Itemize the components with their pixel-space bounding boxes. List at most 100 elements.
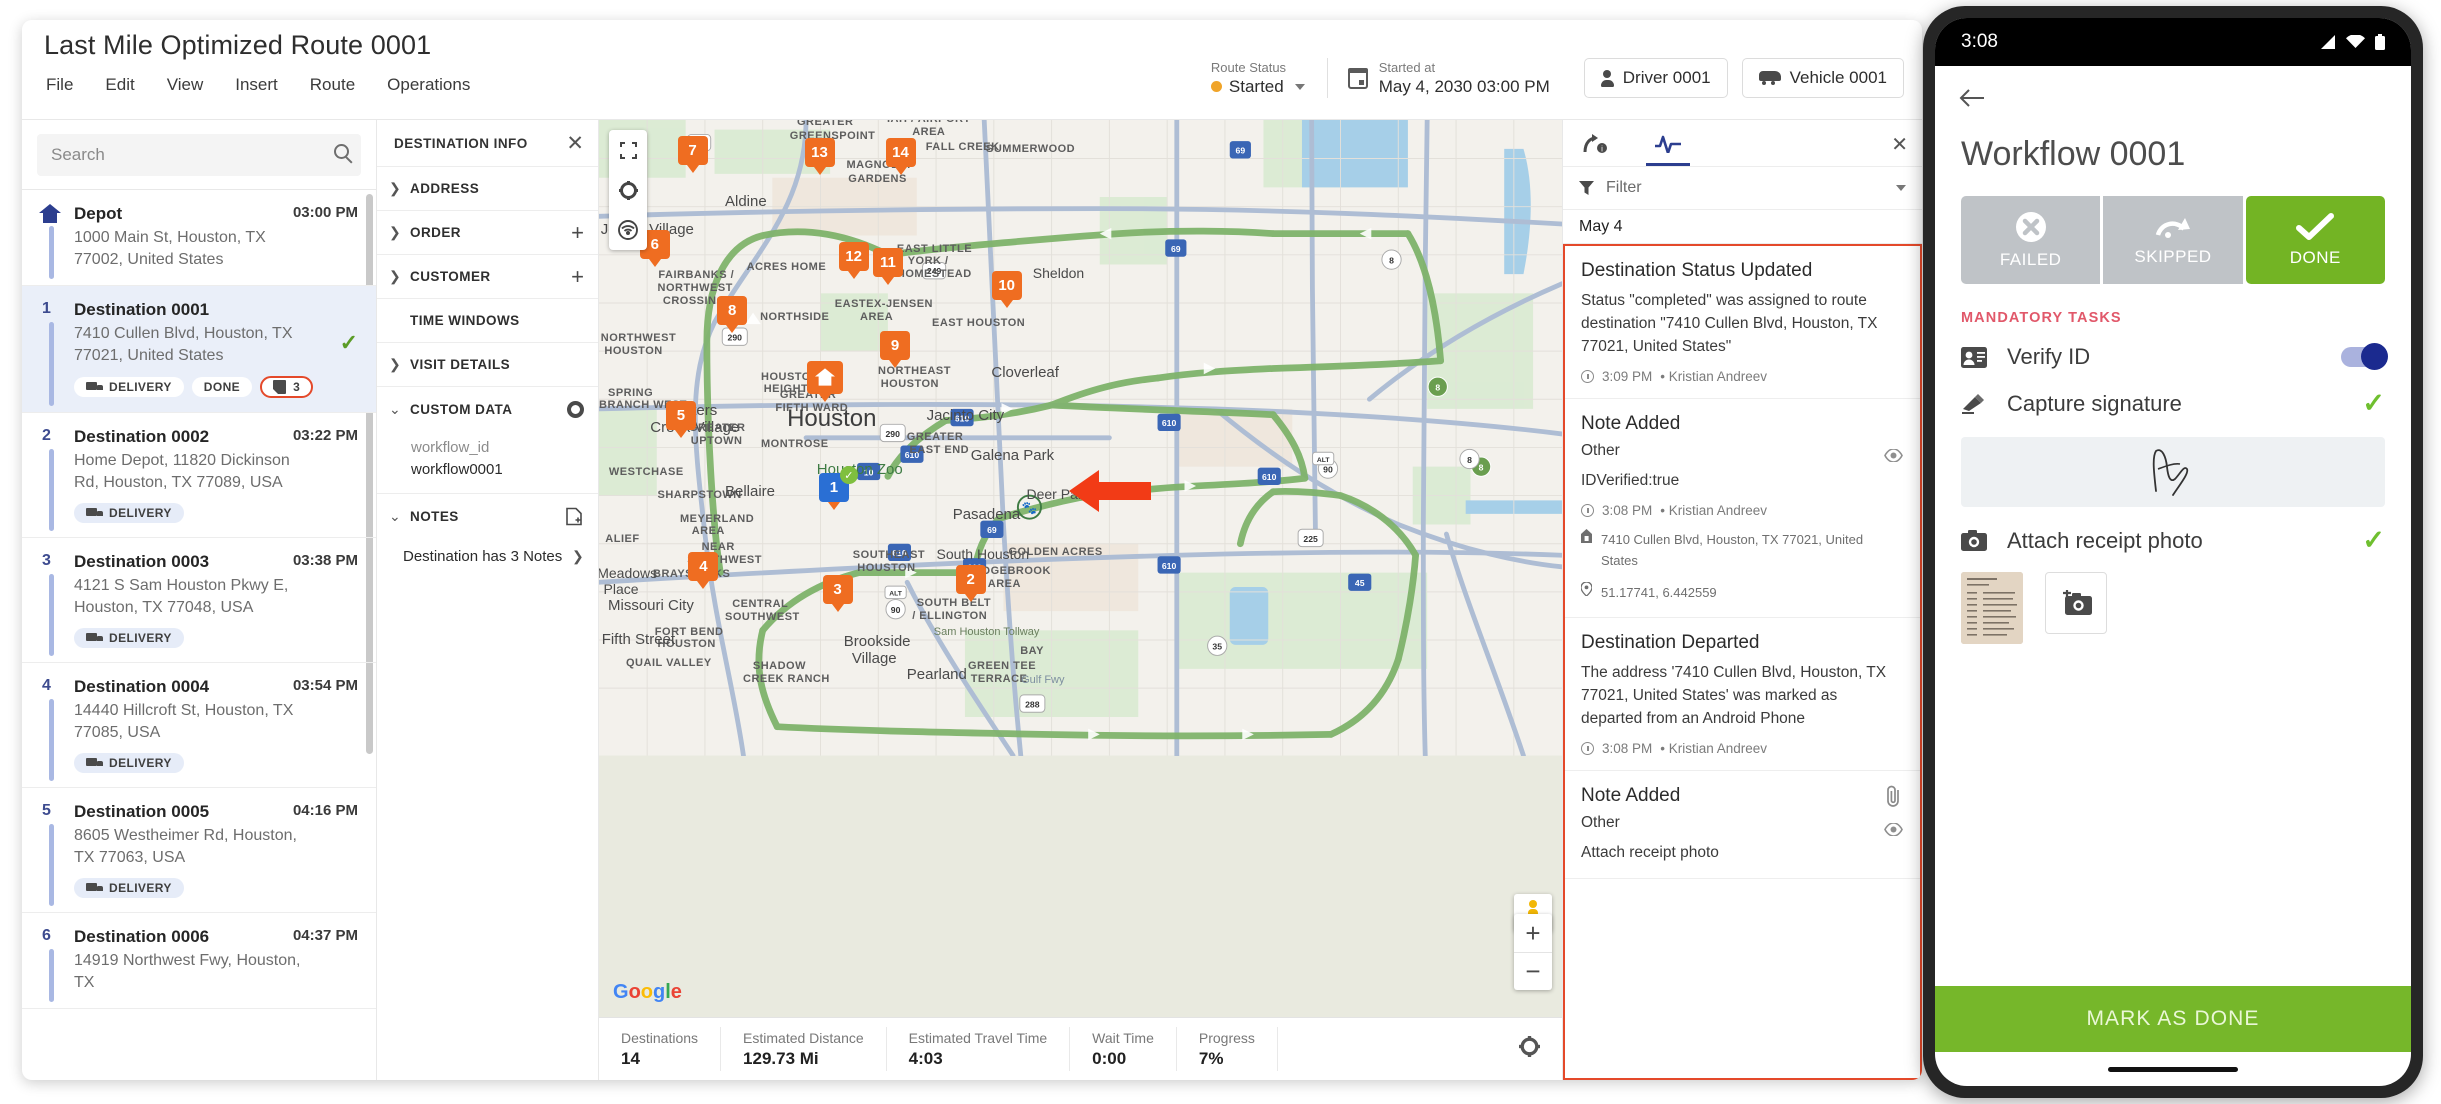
route-connector — [49, 824, 54, 906]
info-section-address[interactable]: ❯ ADDRESS — [377, 167, 598, 211]
map-canvas[interactable]: 249 249 69 69 8 8 8 290 290 610 610 10 6… — [599, 120, 1562, 756]
skipped-button[interactable]: SKIPPED — [2103, 196, 2243, 284]
map-zoom-controls[interactable]: + − — [1514, 914, 1552, 990]
map-controls-top-left[interactable] — [609, 130, 647, 250]
search-icon[interactable] — [334, 144, 349, 159]
destination-list[interactable]: Depot 03:00 PM 1000 Main St, Houston, TX 7… — [22, 189, 376, 1080]
destination-row[interactable]: 4 Destination 0004 03:54 PM 14440 Hillcroft… — [22, 663, 376, 788]
chip-delivery: DELIVERY — [74, 878, 184, 898]
info-section-notes[interactable]: ⌄ NOTES — [377, 494, 598, 538]
activity-event[interactable]: Note Added Other Attach receipt photo — [1565, 771, 1920, 879]
tab-activity-feed[interactable] — [1646, 120, 1690, 166]
stats-settings-button[interactable] — [1519, 1036, 1540, 1062]
destination-row[interactable]: 6 Destination 0006 04:37 PM 14919 Northwest… — [22, 913, 376, 1009]
attachment-icon[interactable] — [1886, 785, 1902, 812]
status-dot-icon — [1210, 81, 1222, 92]
app-header: Last Mile Optimized Route 0001 File Edit… — [22, 20, 1922, 120]
gear-icon[interactable] — [567, 400, 584, 418]
map-settings-button[interactable] — [609, 170, 647, 210]
close-icon[interactable]: ✕ — [566, 133, 584, 154]
menu-item-insert[interactable]: Insert — [235, 75, 278, 95]
search-box[interactable] — [37, 134, 361, 176]
chevron-right-icon: ❯ — [389, 356, 401, 372]
fullscreen-button[interactable] — [609, 130, 647, 170]
map-pin-destination[interactable]: 3 — [822, 574, 853, 612]
activity-filter[interactable]: Filter — [1563, 167, 1922, 210]
zoom-in-button[interactable]: + — [1514, 914, 1552, 952]
search-input[interactable] — [51, 145, 347, 165]
activity-event[interactable]: Destination Status Updated Status "comple… — [1565, 246, 1920, 399]
info-section-customer[interactable]: ❯ CUSTOMER + — [377, 255, 598, 299]
task-capture-signature[interactable]: Capture signature ✓ — [1935, 370, 2411, 419]
map-pin-label: 14 — [885, 138, 916, 168]
failed-button[interactable]: FAILED — [1961, 196, 2101, 284]
destination-row[interactable]: 2 Destination 0002 03:22 PM Home Depot, 118… — [22, 413, 376, 538]
add-photo-button[interactable] — [2045, 572, 2107, 634]
chevron-down-icon[interactable] — [1896, 185, 1906, 191]
map-panel[interactable]: 249 249 69 69 8 8 8 290 290 610 610 10 6… — [599, 120, 1562, 1080]
mark-as-done-button[interactable]: MARK AS DONE — [1935, 986, 2411, 1052]
chevron-down-icon[interactable] — [1294, 83, 1305, 90]
done-button[interactable]: DONE — [2245, 196, 2385, 284]
driver-button[interactable]: Driver 0001 — [1583, 58, 1728, 98]
destination-row[interactable]: 3 Destination 0003 03:38 PM 4121 S Sam Hous… — [22, 538, 376, 663]
receipt-photo-thumbnail[interactable] — [1961, 572, 2023, 644]
menu-item-route[interactable]: Route — [310, 75, 355, 95]
map-pin-destination[interactable]: 12 — [838, 241, 869, 279]
close-icon[interactable]: ✕ — [1891, 132, 1908, 157]
map-pin-destination[interactable]: 9 — [880, 331, 911, 369]
activity-event-user: • Kristian Andreev — [1660, 741, 1768, 756]
menu-item-operations[interactable]: Operations — [387, 75, 470, 95]
add-customer-icon[interactable]: + — [571, 265, 584, 288]
svg-text:8: 8 — [1389, 255, 1394, 265]
destination-row[interactable]: Depot 03:00 PM 1000 Main St, Houston, TX 7… — [22, 190, 376, 286]
mandatory-tasks-label: MANDATORY TASKS — [1961, 310, 2122, 326]
info-section-order[interactable]: ❯ ORDER + — [377, 211, 598, 255]
activity-event-user: • Kristian Andreev — [1660, 503, 1768, 518]
phone-home-indicator[interactable] — [1935, 1052, 2411, 1086]
task-verify-id[interactable]: Verify ID — [1935, 326, 2411, 370]
map-pin-destination[interactable]: 5 — [665, 400, 696, 438]
activity-event[interactable]: Destination Departed The address '7410 Cu… — [1565, 618, 1920, 771]
phone-back-button[interactable] — [1935, 66, 2411, 113]
map-pin-destination[interactable]: 4 — [688, 552, 719, 590]
visibility-eye-icon[interactable] — [1884, 448, 1903, 463]
svg-text:69: 69 — [987, 525, 997, 535]
menu-item-file[interactable]: File — [46, 75, 73, 95]
destination-row[interactable]: 5 Destination 0005 04:16 PM 8605 Westheimer… — [22, 788, 376, 913]
map-pin-destination[interactable]: 10 — [991, 270, 1022, 308]
verify-id-toggle[interactable] — [2341, 343, 2388, 370]
activity-event[interactable]: Note Added Other IDVerified:true 3:08 PM • K… — [1565, 399, 1920, 618]
destination-row[interactable]: 1 Destination 0001 ✓ 7410 Cullen Blvd, Hous… — [22, 286, 376, 413]
menu-item-view[interactable]: View — [167, 75, 204, 95]
vehicle-button[interactable]: Vehicle 0001 — [1741, 58, 1904, 98]
map-pin-depot[interactable] — [806, 360, 843, 402]
visibility-eye-icon[interactable] — [1884, 822, 1903, 837]
chip-notes-count[interactable]: 3 — [260, 376, 314, 398]
add-note-icon[interactable] — [565, 507, 584, 526]
signature-preview[interactable] — [1961, 437, 2385, 507]
chevron-right-icon[interactable]: ❯ — [572, 548, 584, 565]
tab-route-updates[interactable]: i — [1575, 120, 1616, 166]
live-tracking-button[interactable] — [609, 210, 647, 250]
stat-label: Destinations — [621, 1029, 699, 1046]
activity-event-list[interactable]: Destination Status Updated Status "comple… — [1563, 244, 1922, 1080]
map-pin-destination[interactable]: 13 — [804, 138, 835, 176]
map-pin-destination[interactable]: 2 — [955, 565, 986, 603]
map-pin-destination[interactable]: 7 — [677, 136, 708, 174]
zoom-out-button[interactable]: − — [1514, 952, 1552, 990]
route-status-block[interactable]: Route Status Started — [1189, 59, 1327, 98]
notes-summary-row[interactable]: Destination has 3 Notes ❯ — [377, 538, 598, 575]
info-section-visit-details[interactable]: ❯ VISIT DETAILS — [377, 343, 598, 387]
map-pin-destination[interactable]: 14 — [885, 138, 916, 176]
info-section-time-windows[interactable]: TIME WINDOWS — [377, 299, 598, 343]
menu-item-edit[interactable]: Edit — [105, 75, 134, 95]
map-pin-destination[interactable]: 1 ✓ — [818, 466, 858, 511]
map-pin-destination[interactable]: 8 — [717, 296, 748, 334]
map-pin-destination[interactable]: 11 — [872, 248, 903, 286]
add-order-icon[interactable]: + — [571, 221, 584, 244]
stat-value: 14 — [621, 1048, 640, 1068]
stat-label: Progress — [1198, 1029, 1255, 1046]
info-section-custom-data[interactable]: ⌄ CUSTOM DATA — [377, 387, 598, 431]
task-attach-receipt-photo[interactable]: Attach receipt photo ✓ — [1935, 507, 2411, 556]
